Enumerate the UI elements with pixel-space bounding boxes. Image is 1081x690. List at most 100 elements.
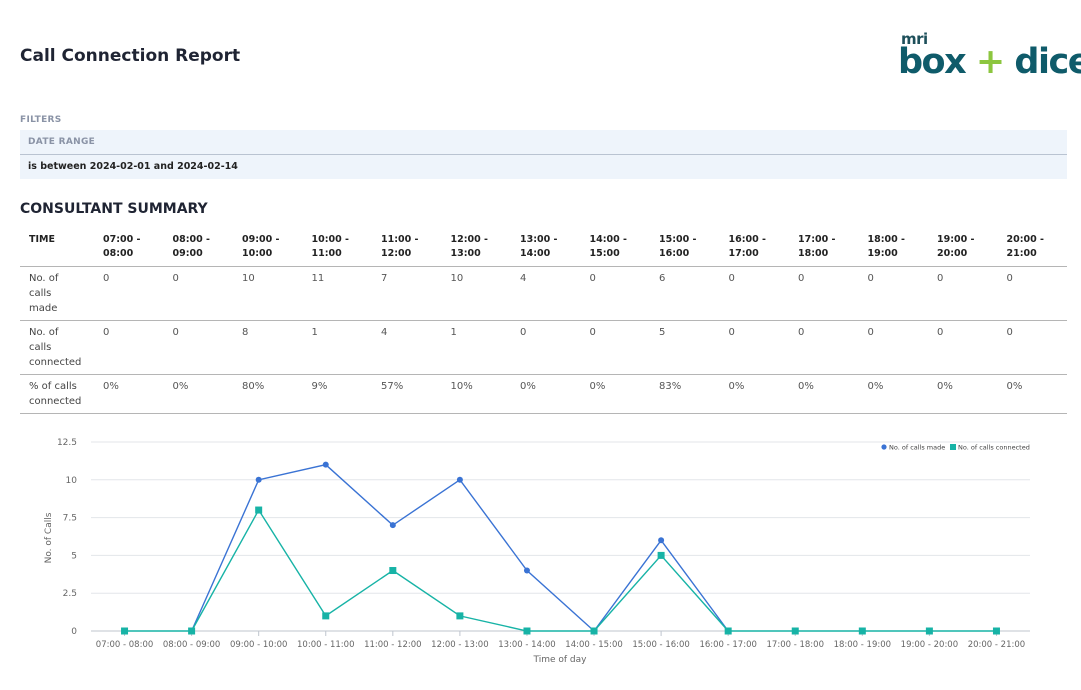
row-label-line: connected [29, 396, 82, 407]
x-tick-label: 09:00 - 10:00 [230, 640, 287, 650]
time-slot-start: 15:00 - [659, 234, 697, 245]
x-tick-label: 13:00 - 14:00 [498, 640, 555, 650]
chart-grid [91, 441, 1030, 632]
data-point [322, 461, 329, 468]
data-point [992, 627, 1000, 635]
table-cell: 0% [997, 374, 1067, 414]
table-cell: 0 [789, 320, 859, 375]
data-point [925, 627, 933, 635]
time-slot-start: 14:00 - [589, 234, 628, 245]
table-cell: 80% [233, 374, 303, 414]
table-cell: 0 [163, 320, 233, 375]
x-tick-label: 08:00 - 09:00 [163, 640, 220, 650]
data-point [121, 627, 129, 635]
data-point [724, 627, 732, 635]
data-point [456, 476, 463, 483]
table-cell: 11 [302, 266, 372, 321]
time-slot-start: 10:00 - [311, 234, 350, 245]
table-cell: 0 [928, 320, 998, 375]
time-slot-header: 07:00 - 08:00 [94, 226, 164, 267]
time-slot-header: 14:00 - 15:00 [580, 226, 650, 267]
table-cell: 0 [858, 266, 928, 321]
legend-label: No. of calls connected [958, 444, 1030, 452]
chart-series [121, 461, 1000, 635]
date-range-value: is between 2024-02-01 and 2024-02-14 [28, 161, 238, 172]
time-slot-end: 18:00 [798, 248, 829, 259]
time-slot-header: 10:00 - 11:00 [302, 226, 372, 267]
calls-made-row: No. of calls made 0 0 10 11 7 10 4 0 6 0 0 0 0 0 [20, 266, 1067, 321]
data-point [188, 627, 196, 635]
table-cell: 10 [233, 266, 303, 321]
table-cell: 0 [580, 266, 650, 321]
table-cell: 0 [719, 320, 789, 375]
time-slot-header: 17:00 - 18:00 [789, 226, 859, 267]
table-cell: 1 [302, 320, 372, 375]
calls-line-chart: 0 2.5 5 7.5 10 12.5 07:00 - 08:00 08:00 - 09:00… [44, 438, 1030, 665]
y-tick-label: 12.5 [57, 438, 77, 448]
filter-divider [20, 154, 1067, 155]
data-point [322, 612, 330, 620]
time-slot-start: 08:00 - [172, 234, 211, 245]
table-cell: 10% [441, 374, 511, 414]
row-label-line: No. of [29, 327, 59, 338]
filter-panel: DATE RANGE is between 2024-02-01 and 202… [20, 130, 1067, 179]
time-slot-end: 16:00 [659, 248, 690, 259]
x-tick-label: 19:00 - 20:00 [901, 640, 958, 650]
table-cell: 0 [580, 320, 650, 375]
table-cell: 0% [511, 374, 581, 414]
time-slot-header: 19:00 - 20:00 [928, 226, 998, 267]
x-tick-label: 12:00 - 13:00 [431, 640, 488, 650]
row-label: % of calls connected [20, 374, 94, 414]
row-label-line: % of calls [29, 381, 77, 392]
table-cell: 1 [441, 320, 511, 375]
time-slot-start: 09:00 - [242, 234, 280, 245]
time-slot-end: 14:00 [520, 248, 551, 259]
logo-word-dice: dice [1014, 42, 1081, 82]
data-point [389, 522, 396, 529]
time-slot-header: 20:00 - 21:00 [997, 226, 1067, 267]
time-slot-header: 13:00 - 14:00 [511, 226, 581, 267]
legend-marker [950, 444, 956, 450]
series-line [124, 508, 997, 632]
time-slot-end: 12:00 [381, 248, 412, 259]
x-tick-label: 11:00 - 12:00 [364, 640, 421, 650]
data-point [858, 627, 866, 635]
table-cell: 8 [233, 320, 303, 375]
time-slot-header: 18:00 - 19:00 [858, 226, 928, 267]
time-slot-header: 09:00 - 10:00 [233, 226, 303, 267]
data-point [657, 551, 665, 559]
time-slot-start: 12:00 - [450, 234, 489, 245]
time-slot-start: 18:00 - [867, 234, 906, 245]
table-cell: 0% [928, 374, 998, 414]
table-cell: 0 [858, 320, 928, 375]
consultant-summary-title: CONSULTANT SUMMARY [20, 201, 208, 217]
x-axis-label: Time of day [533, 655, 588, 665]
x-tick-label: 07:00 - 08:00 [96, 640, 153, 650]
table-cell: 5 [650, 320, 720, 375]
table-cell: 0 [789, 266, 859, 321]
y-tick-label: 2.5 [63, 589, 77, 599]
chart-legend: No. of calls made No. of calls connected [881, 444, 1030, 452]
percent-connected-row: % of calls connected 0% 0% 80% 9% 57% 10% 0% 0% 83… [20, 374, 1067, 414]
time-slot-start: 16:00 - [728, 234, 767, 245]
x-tick-label: 14:00 - 15:00 [565, 640, 622, 650]
data-point [255, 506, 263, 514]
time-slot-header: 12:00 - 13:00 [441, 226, 511, 267]
table-cell: 9% [302, 374, 372, 414]
row-label: No. of calls made [20, 266, 94, 321]
x-tick-label: 15:00 - 16:00 [632, 640, 689, 650]
table-cell: 0 [163, 266, 233, 321]
table-cell: 4 [372, 320, 442, 375]
row-label-line: made [29, 303, 58, 314]
time-slot-end: 11:00 [311, 248, 342, 259]
time-slot-end: 09:00 [172, 248, 203, 259]
time-slot-end: 19:00 [867, 248, 898, 259]
y-tick-label: 10 [66, 476, 78, 486]
table-cell: 7 [372, 266, 442, 321]
time-slot-start: 11:00 - [381, 234, 419, 245]
x-tick-label: 18:00 - 19:00 [834, 640, 891, 650]
time-slot-start: 13:00 - [520, 234, 558, 245]
row-label-line: calls [29, 288, 52, 299]
data-point [523, 567, 530, 574]
table-cell: 0% [94, 374, 164, 414]
